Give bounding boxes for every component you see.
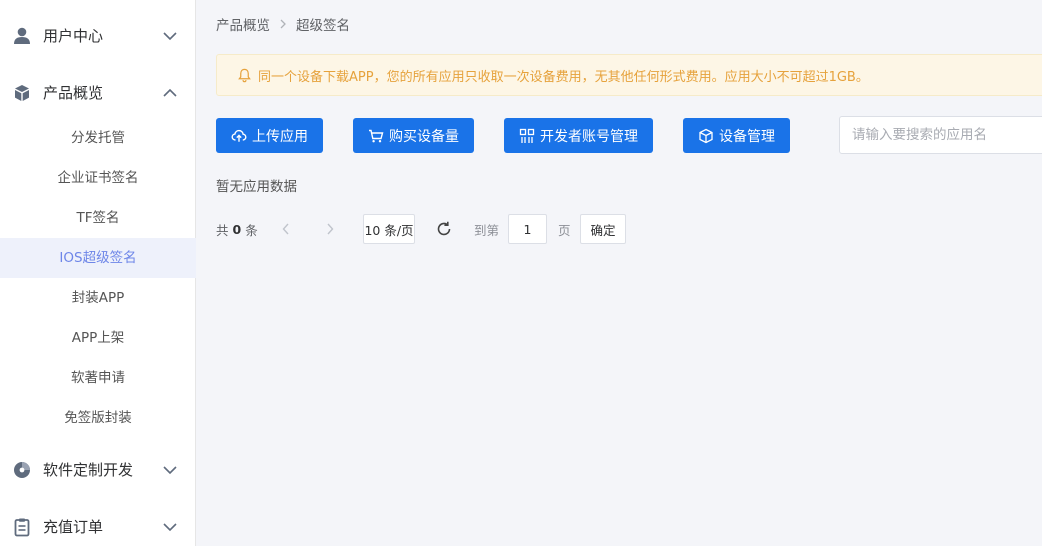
chevron-down-icon xyxy=(162,519,178,535)
chevron-down-icon xyxy=(162,28,178,44)
breadcrumb-current: 超级签名 xyxy=(296,18,350,34)
pagination: 共 0 条 10 条/页 到第 1 页 确定 xyxy=(216,214,656,244)
menu-group-label: 用户中心 xyxy=(43,27,104,45)
refresh-icon[interactable] xyxy=(435,214,453,244)
upload-app-button[interactable]: 上传应用 xyxy=(216,118,323,153)
sidebar-item-ios-super-sign[interactable]: IOS超级签名 xyxy=(0,238,196,278)
menu-group-user-center[interactable]: 用户中心 xyxy=(0,7,196,64)
bell-icon xyxy=(237,68,252,83)
menu-group-recharge-orders[interactable]: 充值订单 xyxy=(0,498,196,546)
cloud-upload-icon xyxy=(231,128,247,144)
total-count: 0 xyxy=(232,221,242,237)
search-input[interactable] xyxy=(839,116,1042,154)
upload-app-label: 上传应用 xyxy=(252,128,308,145)
buy-devices-button[interactable]: 购买设备量 xyxy=(353,118,474,153)
page-number-input[interactable]: 1 xyxy=(508,214,547,244)
sidebar-item-distribution[interactable]: 分发托管 xyxy=(0,118,196,158)
goto-label: 到第 xyxy=(474,222,500,238)
sidebar-item-sign-free-package[interactable]: 免签版封装 xyxy=(0,398,196,438)
sidebar-item-package-app[interactable]: 封装APP xyxy=(0,278,196,318)
next-page-button[interactable] xyxy=(320,214,340,244)
menu-group-product-overview[interactable]: 产品概览 xyxy=(0,64,196,121)
device-management-label: 设备管理 xyxy=(719,128,775,145)
notice-text: 同一个设备下载APP，您的所有应用只收取一次设备费用，无其他任何形式费用。应用大… xyxy=(258,69,869,85)
chevron-right-icon xyxy=(327,223,334,235)
user-icon xyxy=(12,26,32,46)
sidebar-item-tf-sign[interactable]: TF签名 xyxy=(0,198,196,238)
pie-chart-icon xyxy=(12,460,32,480)
sidebar: 用户中心 产品概览 分发托管 企业证书签名 TF签名 IOS超级签名 封装APP… xyxy=(0,0,196,546)
total-suffix: 条 xyxy=(245,222,258,238)
pagination-total: 共 0 条 xyxy=(216,214,258,244)
page-size-select[interactable]: 10 条/页 xyxy=(363,214,415,244)
chevron-down-icon xyxy=(162,462,178,478)
empty-state-text: 暂无应用数据 xyxy=(216,179,297,195)
clipboard-icon xyxy=(12,517,32,537)
cube-icon xyxy=(12,83,32,103)
page-suffix-label: 页 xyxy=(558,222,571,238)
grid-icon xyxy=(519,128,535,144)
developer-account-button[interactable]: 开发者账号管理 xyxy=(504,118,653,153)
buy-devices-label: 购买设备量 xyxy=(389,128,459,145)
chevron-left-icon xyxy=(282,223,289,235)
breadcrumb: 产品概览 超级签名 xyxy=(216,14,350,34)
confirm-page-button[interactable]: 确定 xyxy=(580,214,626,244)
developer-account-label: 开发者账号管理 xyxy=(540,128,638,145)
menu-group-label: 充值订单 xyxy=(43,518,104,536)
box-icon xyxy=(698,128,714,144)
cart-icon xyxy=(368,128,384,144)
sidebar-item-enterprise-cert[interactable]: 企业证书签名 xyxy=(0,158,196,198)
breadcrumb-parent[interactable]: 产品概览 xyxy=(216,14,270,34)
device-management-button[interactable]: 设备管理 xyxy=(683,118,790,153)
toolbar: 上传应用 购买设备量 开发者账号管理 设备管理 xyxy=(216,116,1042,154)
menu-group-label: 软件定制开发 xyxy=(43,461,134,479)
chevron-right-icon xyxy=(278,19,288,29)
notice-banner: 同一个设备下载APP，您的所有应用只收取一次设备费用，无其他任何形式费用。应用大… xyxy=(216,54,1042,96)
prev-page-button[interactable] xyxy=(276,214,296,244)
sidebar-item-app-listing[interactable]: APP上架 xyxy=(0,318,196,358)
main-content: 产品概览 超级签名 同一个设备下载APP，您的所有应用只收取一次设备费用，无其他… xyxy=(197,0,1042,546)
menu-group-custom-dev[interactable]: 软件定制开发 xyxy=(0,441,196,498)
sidebar-item-copyright[interactable]: 软著申请 xyxy=(0,358,196,398)
chevron-up-icon xyxy=(162,85,178,101)
menu-group-label: 产品概览 xyxy=(43,84,104,102)
total-prefix: 共 xyxy=(216,222,229,238)
